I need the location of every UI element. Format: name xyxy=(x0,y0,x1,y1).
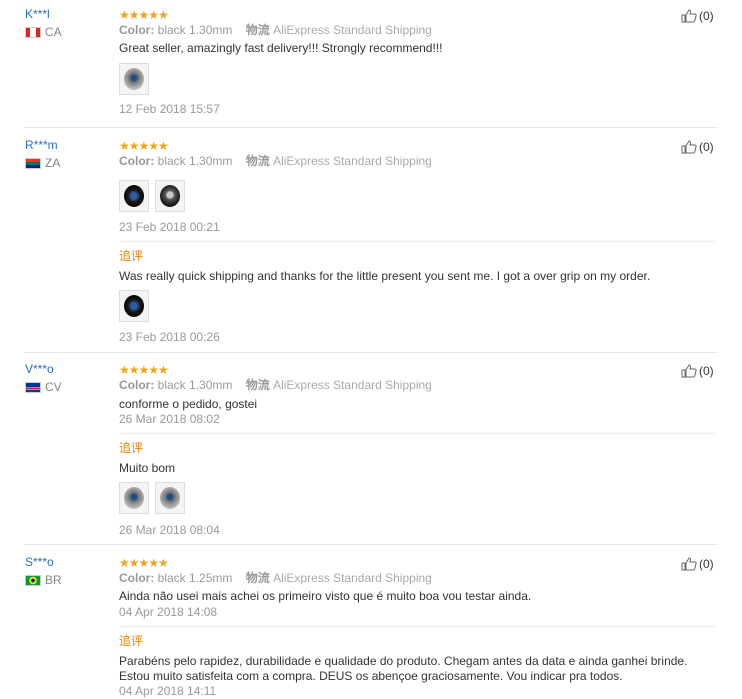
review-date: 12 Feb 2018 15:57 xyxy=(119,102,220,116)
reviewer-name[interactable]: R***m xyxy=(25,138,60,152)
logistics-label: 物流 xyxy=(245,23,270,37)
helpful-count: (0) xyxy=(699,364,714,378)
star-rating: ★★★★★ xyxy=(119,8,169,22)
photo-image xyxy=(160,487,180,509)
review-photo[interactable] xyxy=(119,290,149,322)
country-code: CV xyxy=(45,380,62,394)
photo-image xyxy=(124,68,144,90)
followup-photos xyxy=(119,290,149,322)
followup-date: 04 Apr 2018 14:11 xyxy=(119,684,217,698)
review-photo[interactable] xyxy=(119,63,149,95)
review-photo[interactable] xyxy=(119,482,149,514)
country-code: ZA xyxy=(45,156,61,170)
helpful-button[interactable]: (0) xyxy=(681,9,714,23)
followup-text: Was really quick shipping and thanks for… xyxy=(119,269,651,283)
review-photos xyxy=(119,180,185,212)
helpful-count: (0) xyxy=(699,557,714,571)
flag-za-icon xyxy=(25,157,41,169)
followup-text: Muito bom xyxy=(119,461,176,475)
review-attributes: Color: black 1.25mm 物流 AliExpress Standa… xyxy=(119,571,432,585)
helpful-button[interactable]: (0) xyxy=(681,364,714,378)
helpful-button[interactable]: (0) xyxy=(681,557,714,571)
color-label: Color: xyxy=(119,154,155,168)
shipping-method: AliExpress Standard Shipping xyxy=(273,378,432,392)
review-divider xyxy=(24,352,718,353)
country-code: BR xyxy=(45,573,62,587)
helpful-button[interactable]: (0) xyxy=(681,140,714,154)
reviewer-info: K***l CA xyxy=(25,7,62,39)
review-photo[interactable] xyxy=(119,180,149,212)
review-text: Great seller, amazingly fast delivery!!!… xyxy=(119,41,443,55)
thumbs-up-icon xyxy=(681,364,697,378)
review-photo[interactable] xyxy=(155,180,185,212)
reviewer-info: V***o CV xyxy=(25,362,62,394)
logistics-label: 物流 xyxy=(245,571,270,585)
review-attributes: Color: black 1.30mm 物流 AliExpress Standa… xyxy=(119,378,432,392)
country-code: CA xyxy=(45,25,62,39)
thumbs-up-icon xyxy=(681,557,697,571)
color-value: black 1.30mm xyxy=(157,23,233,37)
reviewer-name[interactable]: K***l xyxy=(25,7,62,21)
reviewer-country: CA xyxy=(25,25,62,39)
star-rating: ★★★★★ xyxy=(119,363,169,377)
photo-image xyxy=(124,185,144,207)
review-photo[interactable] xyxy=(155,482,185,514)
photo-image xyxy=(124,295,144,317)
color-label: Color: xyxy=(119,571,155,585)
shipping-method: AliExpress Standard Shipping xyxy=(273,571,432,585)
color-label: Color: xyxy=(119,378,155,392)
followup-text: Parabéns pelo rapidez, durabilidade e qu… xyxy=(119,654,688,683)
logistics-label: 物流 xyxy=(245,154,270,168)
review-attributes: Color: black 1.30mm 物流 AliExpress Standa… xyxy=(119,154,432,168)
color-label: Color: xyxy=(119,23,155,37)
color-value: black 1.30mm xyxy=(157,154,233,168)
helpful-count: (0) xyxy=(699,9,714,23)
star-rating: ★★★★★ xyxy=(119,139,169,153)
followup-photos xyxy=(119,482,185,514)
reviewer-country: CV xyxy=(25,380,62,394)
shipping-method: AliExpress Standard Shipping xyxy=(273,23,432,37)
reviewer-name[interactable]: S***o xyxy=(25,555,62,569)
review-date: 04 Apr 2018 14:08 xyxy=(119,605,218,619)
thumbs-up-icon xyxy=(681,9,697,23)
followup-date: 26 Mar 2018 08:04 xyxy=(119,523,220,537)
review-date: 23 Feb 2018 00:21 xyxy=(119,220,220,234)
followup-divider xyxy=(119,626,716,627)
photo-image xyxy=(124,487,144,509)
color-value: black 1.30mm xyxy=(157,378,233,392)
reviewer-country: BR xyxy=(25,573,62,587)
review-text: conforme o pedido, gostei xyxy=(119,397,258,411)
photo-image xyxy=(160,185,180,207)
review-date: 26 Mar 2018 08:02 xyxy=(119,412,220,426)
thumbs-up-icon xyxy=(681,140,697,154)
reviewer-country: ZA xyxy=(25,156,60,170)
star-rating: ★★★★★ xyxy=(119,556,169,570)
followup-divider xyxy=(119,241,716,242)
followup-label: 追评 xyxy=(119,441,144,455)
followup-label: 追评 xyxy=(119,634,144,648)
flag-ca-icon xyxy=(25,26,41,38)
logistics-label: 物流 xyxy=(245,378,270,392)
followup-divider xyxy=(119,433,716,434)
review-photos xyxy=(119,63,149,95)
followup-label: 追评 xyxy=(119,249,144,263)
review-divider xyxy=(24,127,718,128)
reviewer-info: R***m ZA xyxy=(25,138,60,170)
shipping-method: AliExpress Standard Shipping xyxy=(273,154,432,168)
flag-cv-icon xyxy=(25,381,41,393)
reviewer-name[interactable]: V***o xyxy=(25,362,62,376)
review-divider xyxy=(24,544,718,545)
helpful-count: (0) xyxy=(699,140,714,154)
color-value: black 1.25mm xyxy=(157,571,233,585)
flag-br-icon xyxy=(25,574,41,586)
review-text: Ainda não usei mais achei os primeiro vi… xyxy=(119,589,532,603)
review-attributes: Color: black 1.30mm 物流 AliExpress Standa… xyxy=(119,23,432,37)
followup-date: 23 Feb 2018 00:26 xyxy=(119,330,220,344)
reviewer-info: S***o BR xyxy=(25,555,62,587)
